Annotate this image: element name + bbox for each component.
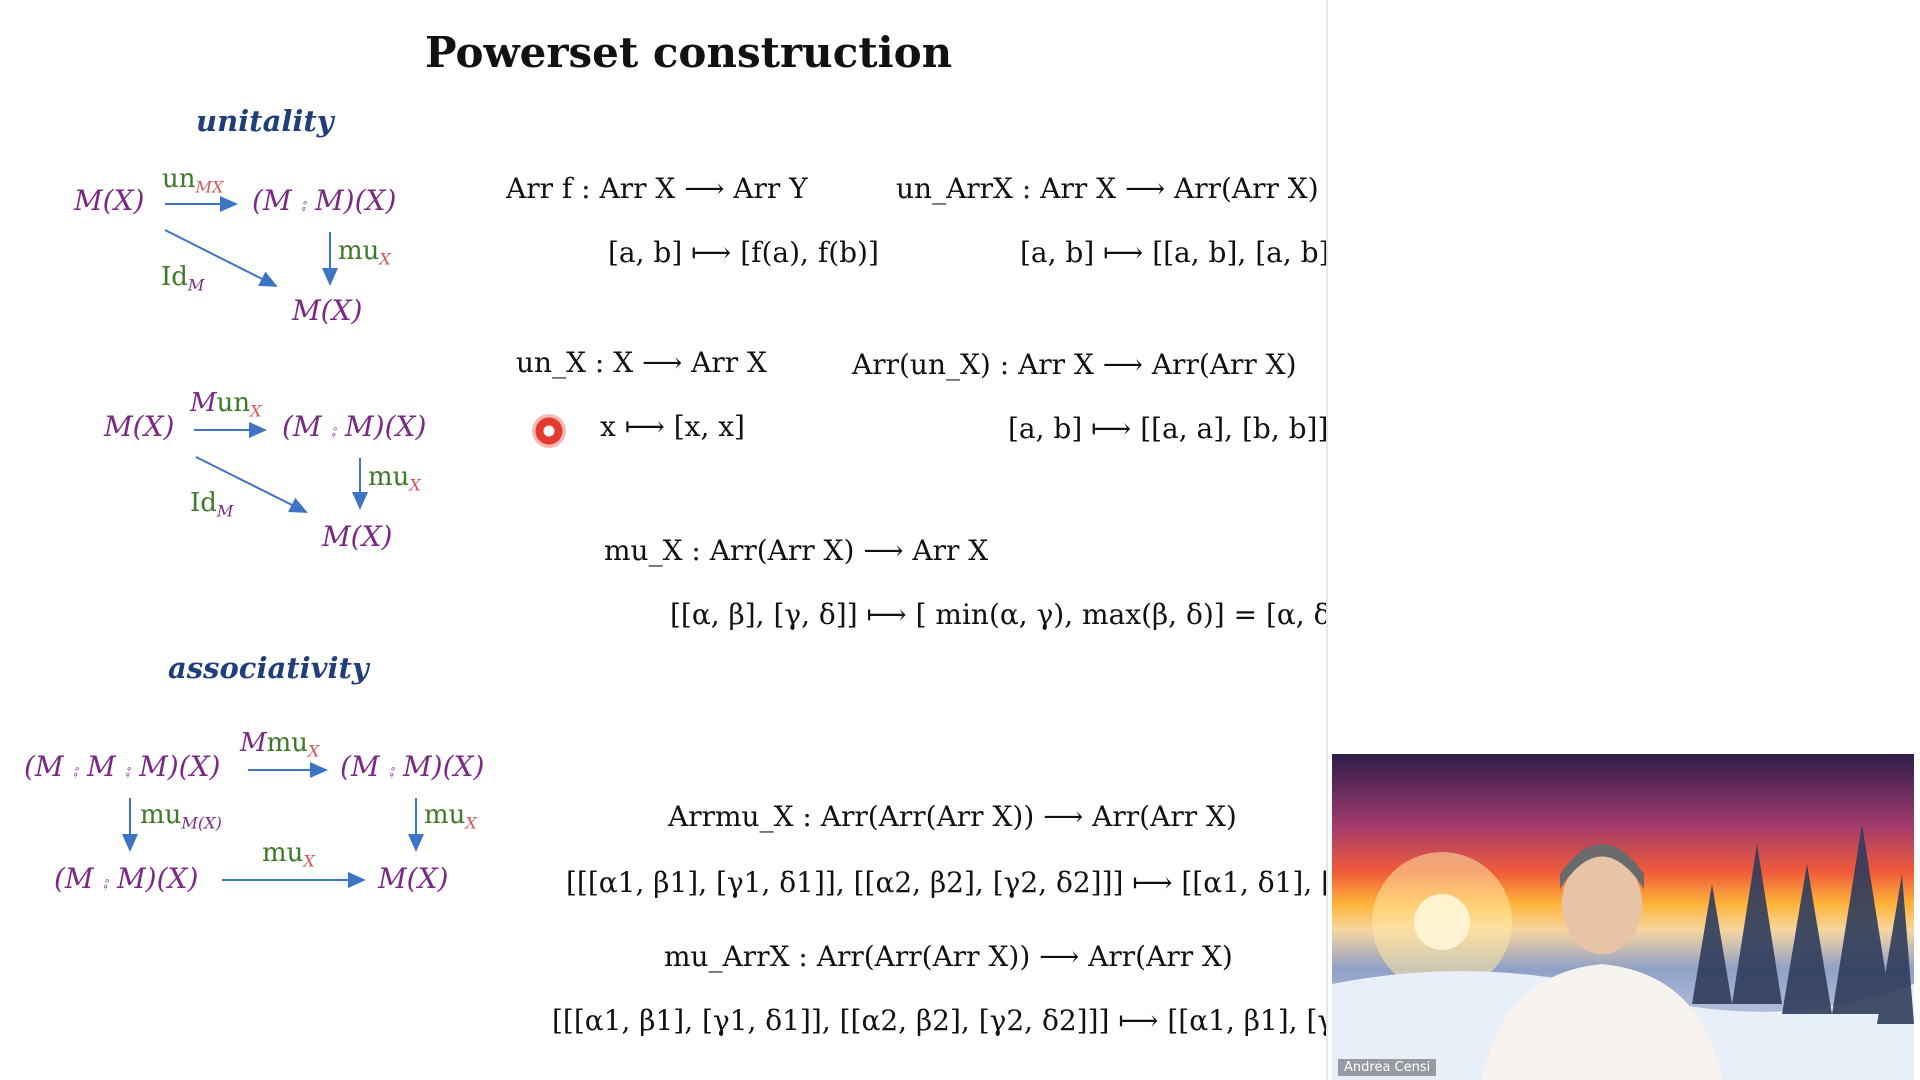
d3-bottom-arrow-label: muX	[262, 838, 315, 871]
formula-unx-map: x ⟼ [x, x]	[600, 410, 745, 443]
d2-tgt: (M ⨾ M)(X)	[282, 410, 427, 443]
webcam-scene	[1332, 824, 1914, 1080]
d3-top-arrow-label: MmuX	[240, 728, 320, 761]
formula-mux-map: [[α, β], [γ, δ]] ⟼ [ min(α, γ), max(β, δ…	[670, 598, 1342, 631]
d3-bottom-right: M(X)	[378, 862, 449, 895]
d2-down-label: muX	[368, 462, 421, 495]
formula-muarr-sig: mu_ArrX : Arr(Arr(Arr X)) ⟶ Arr(Arr X)	[664, 940, 1233, 973]
d2-src: M(X)	[104, 410, 175, 443]
formula-mux-sig: mu_X : Arr(Arr X) ⟶ Arr X	[604, 534, 989, 567]
d2-arrow-label: MunX	[190, 388, 262, 421]
formula-unarr-sig: un_ArrX : Arr X ⟶ Arr(Arr X)	[896, 172, 1319, 205]
webcam-feed[interactable]: Andrea Censi	[1332, 754, 1914, 1080]
formula-arrf-map: [a, b] ⟼ [f(a), f(b)]	[608, 236, 879, 269]
participant-name: Andrea Censi	[1338, 1059, 1437, 1076]
formula-arrmu-sig: Arrmu_X : Arr(Arr(Arr X)) ⟶ Arr(Arr X)	[668, 800, 1237, 833]
formula-arrun-map: [a, b] ⟼ [[a, a], [b, b]]	[1008, 412, 1329, 445]
formula-muarr-map: [[[α1, β1], [γ1, δ1]], [[α2, β2], [γ2, δ…	[552, 1004, 1427, 1037]
d2-diag-label: IdM	[190, 488, 234, 521]
d1-bottom: M(X)	[292, 294, 363, 327]
formula-arrf-sig: Arr f : Arr X ⟶ Arr Y	[506, 172, 808, 205]
laser-pointer	[532, 414, 566, 448]
d3-top-left: (M ⨾ M ⨾ M)(X)	[24, 750, 221, 783]
d1-down-label: muX	[338, 236, 391, 269]
d3-top-right: (M ⨾ M)(X)	[340, 750, 485, 783]
d2-bottom: M(X)	[322, 520, 393, 553]
d1-tgt: (M ⨾ M)(X)	[252, 184, 397, 217]
d1-arrow-label: unMX	[162, 164, 224, 197]
formula-unx-sig: un_X : X ⟶ Arr X	[516, 346, 767, 379]
d3-bottom-left: (M ⨾ M)(X)	[54, 862, 199, 895]
formula-unarr-map: [a, b] ⟼ [[a, b], [a, b]]	[1020, 236, 1341, 269]
d1-src: M(X)	[74, 184, 145, 217]
formula-arrun-sig: Arr(un_X) : Arr X ⟶ Arr(Arr X)	[852, 348, 1297, 381]
slide: Powerset construction unitality associat…	[0, 0, 1443, 1080]
d1-diag-label: IdM	[161, 262, 205, 295]
d3-right-down-label: muX	[424, 800, 477, 833]
formula-arrmu-map: [[[α1, β1], [γ1, δ1]], [[α2, β2], [γ2, δ…	[566, 866, 1444, 899]
d3-left-down-label: muM(X)	[140, 800, 222, 833]
